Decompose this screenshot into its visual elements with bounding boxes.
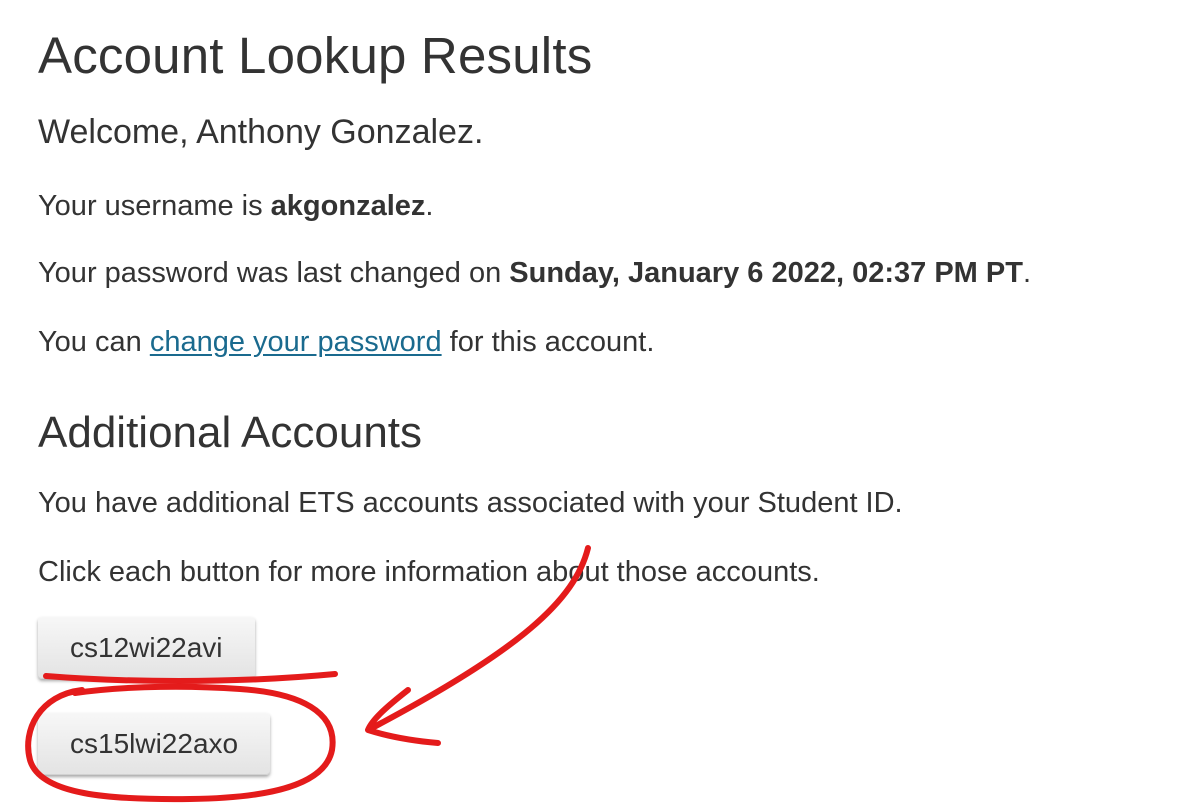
change-prefix: You can — [38, 326, 150, 358]
change-password-line: You can change your password for this ac… — [38, 326, 654, 359]
additional-accounts-intro: You have additional ETS accounts associa… — [38, 487, 903, 519]
password-suffix: . — [1022, 257, 1031, 289]
password-changed-line: Your password was last changed on Sunday… — [38, 257, 1031, 290]
username-line: Your username is akgonzalez. — [38, 190, 433, 223]
arrowhead-stroke — [365, 687, 441, 746]
welcome-message: Welcome, Anthony Gonzalez. — [38, 113, 484, 151]
password-prefix: Your password was last changed on — [38, 257, 510, 289]
page-title: Account Lookup Results — [38, 27, 593, 84]
password-changed-date: Sunday, January 6 2022, 02:37 PM PT — [509, 257, 1023, 289]
additional-accounts-heading: Additional Accounts — [38, 408, 423, 457]
account-button-cs15lwi22axo[interactable]: cs15lwi22axo — [38, 713, 271, 775]
additional-accounts-instruction: Click each button for more information a… — [38, 556, 820, 588]
change-suffix: for this account. — [441, 326, 655, 358]
username-suffix: . — [425, 190, 434, 222]
username-prefix: Your username is — [38, 190, 271, 222]
change-password-link[interactable]: change your password — [150, 326, 442, 358]
username-value: akgonzalez — [270, 190, 426, 222]
account-button-cs12wi22avi[interactable]: cs12wi22avi — [38, 617, 255, 679]
